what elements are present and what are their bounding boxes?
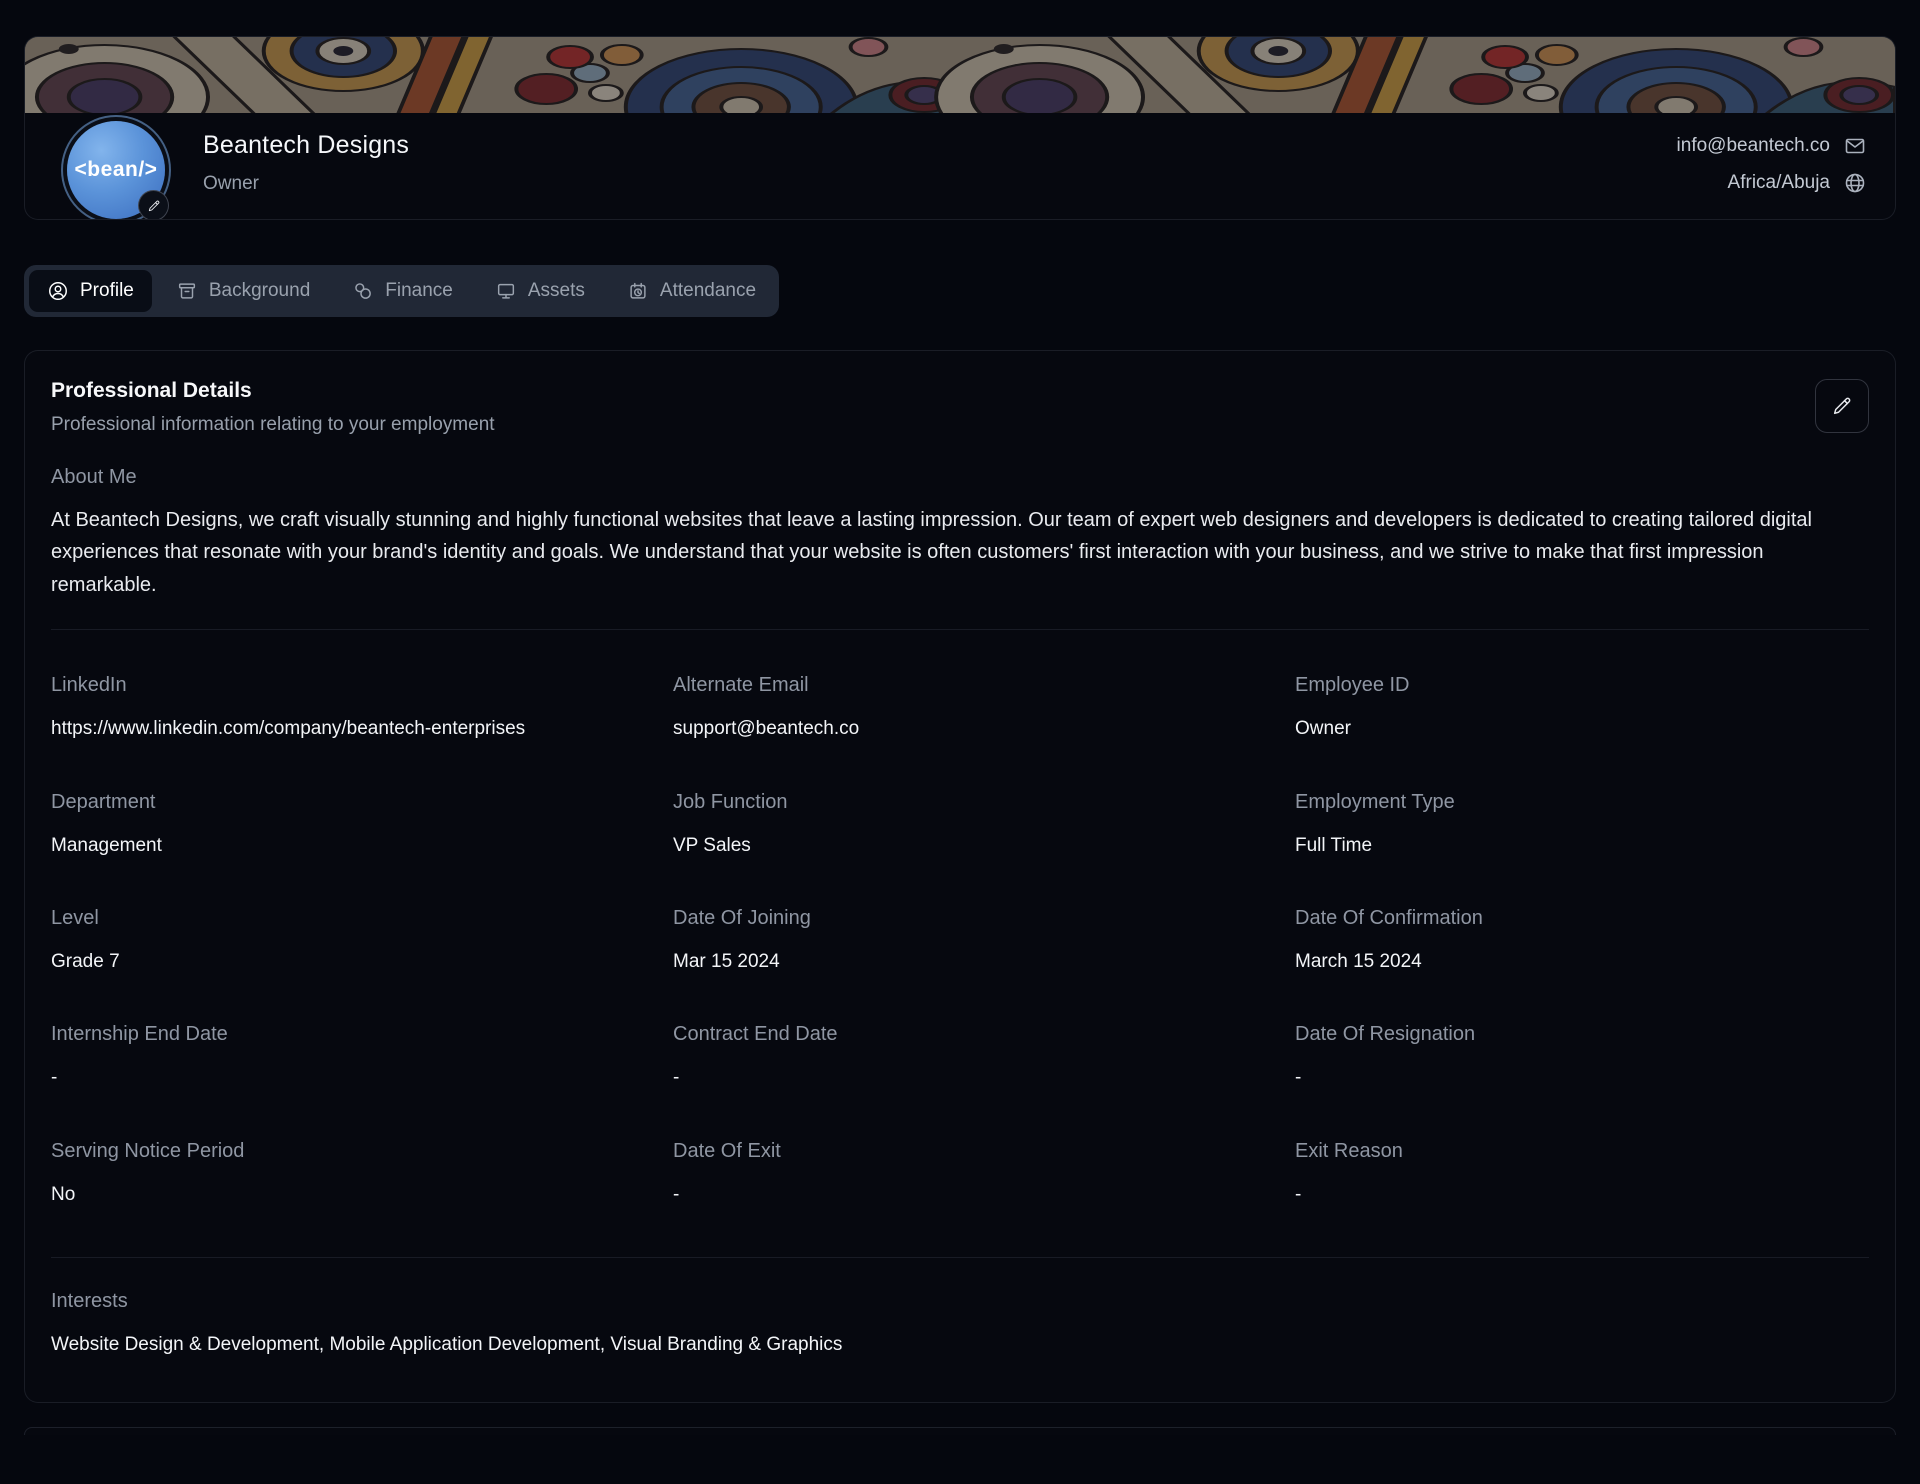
field-label: Exit Reason <box>1295 1140 1869 1163</box>
about-me-label: About Me <box>51 466 1869 489</box>
divider <box>51 1257 1869 1258</box>
field-value: No <box>51 1180 625 1209</box>
field-value: Full Time <box>1295 831 1869 860</box>
field-value: support@beantech.co <box>673 714 1247 743</box>
pencil-icon <box>147 199 161 213</box>
pencil-icon <box>1831 395 1853 417</box>
field-label: Serving Notice Period <box>51 1140 625 1163</box>
field-label: Employee ID <box>1295 674 1869 697</box>
field-value: https://www.linkedin.com/company/beantec… <box>51 714 625 743</box>
monitor-icon <box>495 280 517 302</box>
mail-icon <box>1843 134 1867 158</box>
card-title: Professional Details <box>51 379 495 403</box>
timezone-text: Africa/Abuja <box>1728 172 1830 194</box>
timezone-row: Africa/Abuja <box>1728 171 1867 195</box>
tab-label: Attendance <box>660 280 756 302</box>
field-cell: Exit Reason - <box>1295 1140 1869 1209</box>
field-value: Owner <box>1295 714 1869 743</box>
profile-header-card: <bean/> Beantech Designs Owner info@bean… <box>24 36 1896 220</box>
tab-label: Profile <box>80 280 134 302</box>
field-label: Contract End Date <box>673 1023 1247 1046</box>
interests-field: Interests Website Design & Development, … <box>51 1290 1869 1359</box>
professional-details-card: Professional Details Professional inform… <box>24 350 1896 1403</box>
field-cell: Date Of Joining Mar 15 2024 <box>673 907 1247 976</box>
card-heading: Professional Details Professional inform… <box>51 379 495 436</box>
field-cell: LinkedIn https://www.linkedin.com/compan… <box>51 674 625 743</box>
field-label: Date Of Joining <box>673 907 1247 930</box>
field-cell: Employment Type Full Time <box>1295 791 1869 860</box>
field-value: Website Design & Development, Mobile App… <box>51 1330 1869 1359</box>
field-label: Internship End Date <box>51 1023 625 1046</box>
field-value: Grade 7 <box>51 947 625 976</box>
card-subtitle: Professional information relating to you… <box>51 414 495 436</box>
field-label: Date Of Exit <box>673 1140 1247 1163</box>
field-value: VP Sales <box>673 831 1247 860</box>
field-label: Date Of Confirmation <box>1295 907 1869 930</box>
field-value: Management <box>51 831 625 860</box>
field-label: Department <box>51 791 625 814</box>
header-identity: Beantech Designs Owner <box>203 131 409 195</box>
tab-assets[interactable]: Assets <box>477 270 603 312</box>
field-value: Mar 15 2024 <box>673 947 1247 976</box>
email-text: info@beantech.co <box>1677 135 1830 157</box>
field-value: - <box>673 1180 1247 1209</box>
edit-professional-details-button[interactable] <box>1815 379 1869 433</box>
tab-label: Finance <box>385 280 453 302</box>
tab-attendance[interactable]: Attendance <box>609 270 774 312</box>
tab-finance[interactable]: Finance <box>334 270 471 312</box>
field-cell: Date Of Resignation - <box>1295 1023 1869 1092</box>
about-me-text: At Beantech Designs, we craft visually s… <box>51 504 1869 601</box>
field-cell: Alternate Email support@beantech.co <box>673 674 1247 743</box>
field-value: - <box>1295 1063 1869 1092</box>
field-label: Interests <box>51 1290 1869 1313</box>
email-row: info@beantech.co <box>1677 134 1867 158</box>
field-cell: Department Management <box>51 791 625 860</box>
tab-label: Assets <box>528 280 585 302</box>
next-section-card <box>24 1427 1896 1435</box>
tab-background[interactable]: Background <box>158 270 328 312</box>
field-label: Level <box>51 907 625 930</box>
company-name: Beantech Designs <box>203 131 409 160</box>
field-cell: Level Grade 7 <box>51 907 625 976</box>
field-label: LinkedIn <box>51 674 625 697</box>
field-cell: Job Function VP Sales <box>673 791 1247 860</box>
field-value: - <box>1295 1180 1869 1209</box>
tab-label: Background <box>209 280 310 302</box>
calendar-clock-icon <box>627 280 649 302</box>
field-cell: Employee ID Owner <box>1295 674 1869 743</box>
field-label: Alternate Email <box>673 674 1247 697</box>
field-value: - <box>673 1063 1247 1092</box>
archive-icon <box>176 280 198 302</box>
tab-profile[interactable]: Profile <box>29 270 152 312</box>
field-cell: Date Of Confirmation March 15 2024 <box>1295 907 1869 976</box>
field-cell: Serving Notice Period No <box>51 1140 625 1209</box>
field-label: Employment Type <box>1295 791 1869 814</box>
user-circle-icon <box>47 280 69 302</box>
divider <box>51 629 1869 630</box>
field-value: - <box>51 1063 625 1092</box>
field-label: Job Function <box>673 791 1247 814</box>
avatar-edit-button[interactable] <box>138 190 169 220</box>
banner-image <box>25 37 1895 113</box>
coins-icon <box>352 280 374 302</box>
field-value: March 15 2024 <box>1295 947 1869 976</box>
avatar[interactable]: <bean/> <box>67 121 165 219</box>
company-role: Owner <box>203 173 409 195</box>
field-cell: Contract End Date - <box>673 1023 1247 1092</box>
avatar-logo-text: <bean/> <box>75 158 158 182</box>
profile-tabbar: Profile Background Finance Assets Attend… <box>24 265 779 317</box>
field-cell: Internship End Date - <box>51 1023 625 1092</box>
field-cell: Date Of Exit - <box>673 1140 1247 1209</box>
globe-icon <box>1843 171 1867 195</box>
field-label: Date Of Resignation <box>1295 1023 1869 1046</box>
fields-grid: LinkedIn https://www.linkedin.com/compan… <box>51 674 1869 1209</box>
